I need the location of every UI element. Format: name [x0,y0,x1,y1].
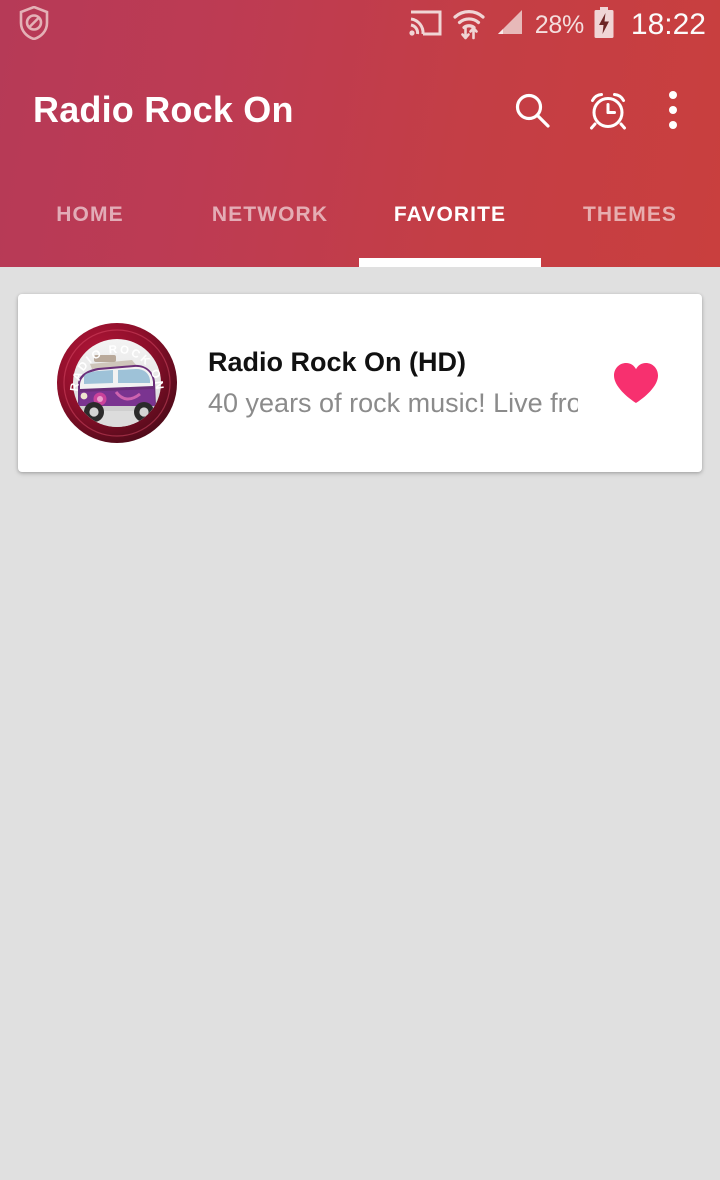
radio-rock-on-logo-icon: RADIO ROCK ON [57,323,177,443]
search-button[interactable] [494,72,570,148]
battery-percent-label: 28% [534,10,584,39]
content-area: RADIO ROCK ON Radio Rock On (HD) 40 year… [0,267,720,1180]
tab-label: NETWORK [211,203,329,226]
tab-favorite[interactable]: FAVORITE [359,175,541,267]
battery-charging-icon [594,6,615,44]
station-info: Radio Rock On (HD) 40 years of rock musi… [208,346,588,421]
heart-filled-icon [614,363,658,403]
station-subtitle: 40 years of rock music! Live fro… [208,387,578,418]
status-bar: 28% 18:22 [0,0,720,50]
status-bar-right: 28% 18:22 [409,6,720,45]
station-card[interactable]: RADIO ROCK ON Radio Rock On (HD) 40 year… [18,294,702,472]
cellular-signal-icon [496,9,524,41]
app-screen: 28% 18:22 Radio Rock On HOME NETWORK FAV… [0,0,720,1180]
overflow-menu-icon [669,91,677,129]
app-bar: Radio Rock On [0,50,720,170]
page-title: Radio Rock On [33,89,294,130]
tab-label: FAVORITE [393,203,507,226]
station-title: Radio Rock On (HD) [208,346,467,377]
tab-bar: HOME NETWORK FAVORITE THEMES [0,175,720,267]
tab-network[interactable]: NETWORK [180,175,360,267]
shield-block-icon [18,5,50,45]
overflow-menu-button[interactable] [646,72,700,148]
tab-home[interactable]: HOME [0,175,180,267]
favorite-button[interactable] [588,335,684,431]
tab-active-indicator [359,258,541,267]
alarm-icon [590,93,626,130]
status-bar-left [0,5,50,45]
header-region: 28% 18:22 Radio Rock On HOME NETWORK FAV… [0,0,720,267]
status-bar-clock: 18:22 [630,8,706,41]
sleep-timer-button[interactable] [570,72,646,148]
tab-label: THEMES [582,203,678,226]
search-icon [515,93,550,128]
tab-themes[interactable]: THEMES [540,175,720,267]
app-bar-actions [494,72,720,148]
wifi-transfer-icon [453,6,485,45]
cast-icon [409,9,442,42]
station-logo: RADIO ROCK ON [56,322,178,444]
tab-label: HOME [56,203,124,226]
